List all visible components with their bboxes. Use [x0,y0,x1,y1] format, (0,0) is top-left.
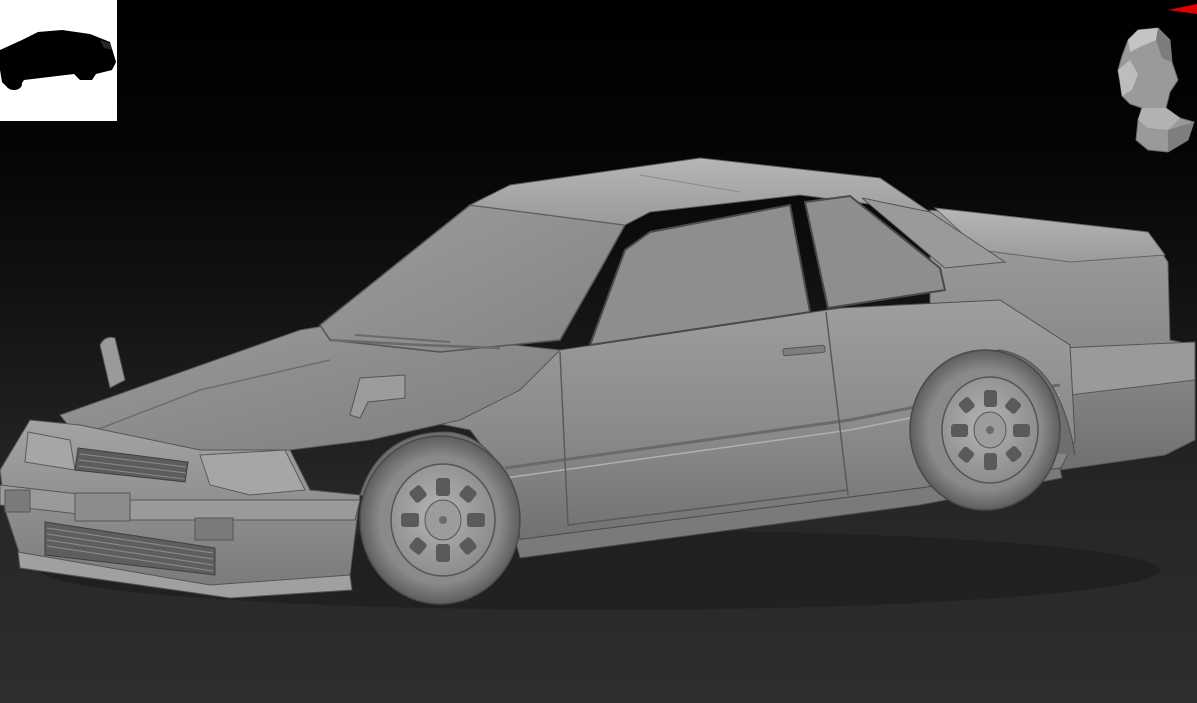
orientation-navigator[interactable] [1108,0,1197,160]
navigator-thumbnail[interactable] [0,0,117,121]
rear-wheel [909,349,1061,511]
license-plate [74,492,131,522]
fog-light-right [194,517,234,541]
3d-viewport[interactable] [0,0,1197,703]
fog-light-left [4,489,31,513]
antenna [99,336,126,389]
car-silhouette-icon [0,30,116,90]
windshield [318,204,627,353]
car-model[interactable] [0,0,1197,703]
head-orientation-icon [1117,4,1197,153]
front-wheel [359,435,521,605]
axis-marker [1168,4,1197,14]
